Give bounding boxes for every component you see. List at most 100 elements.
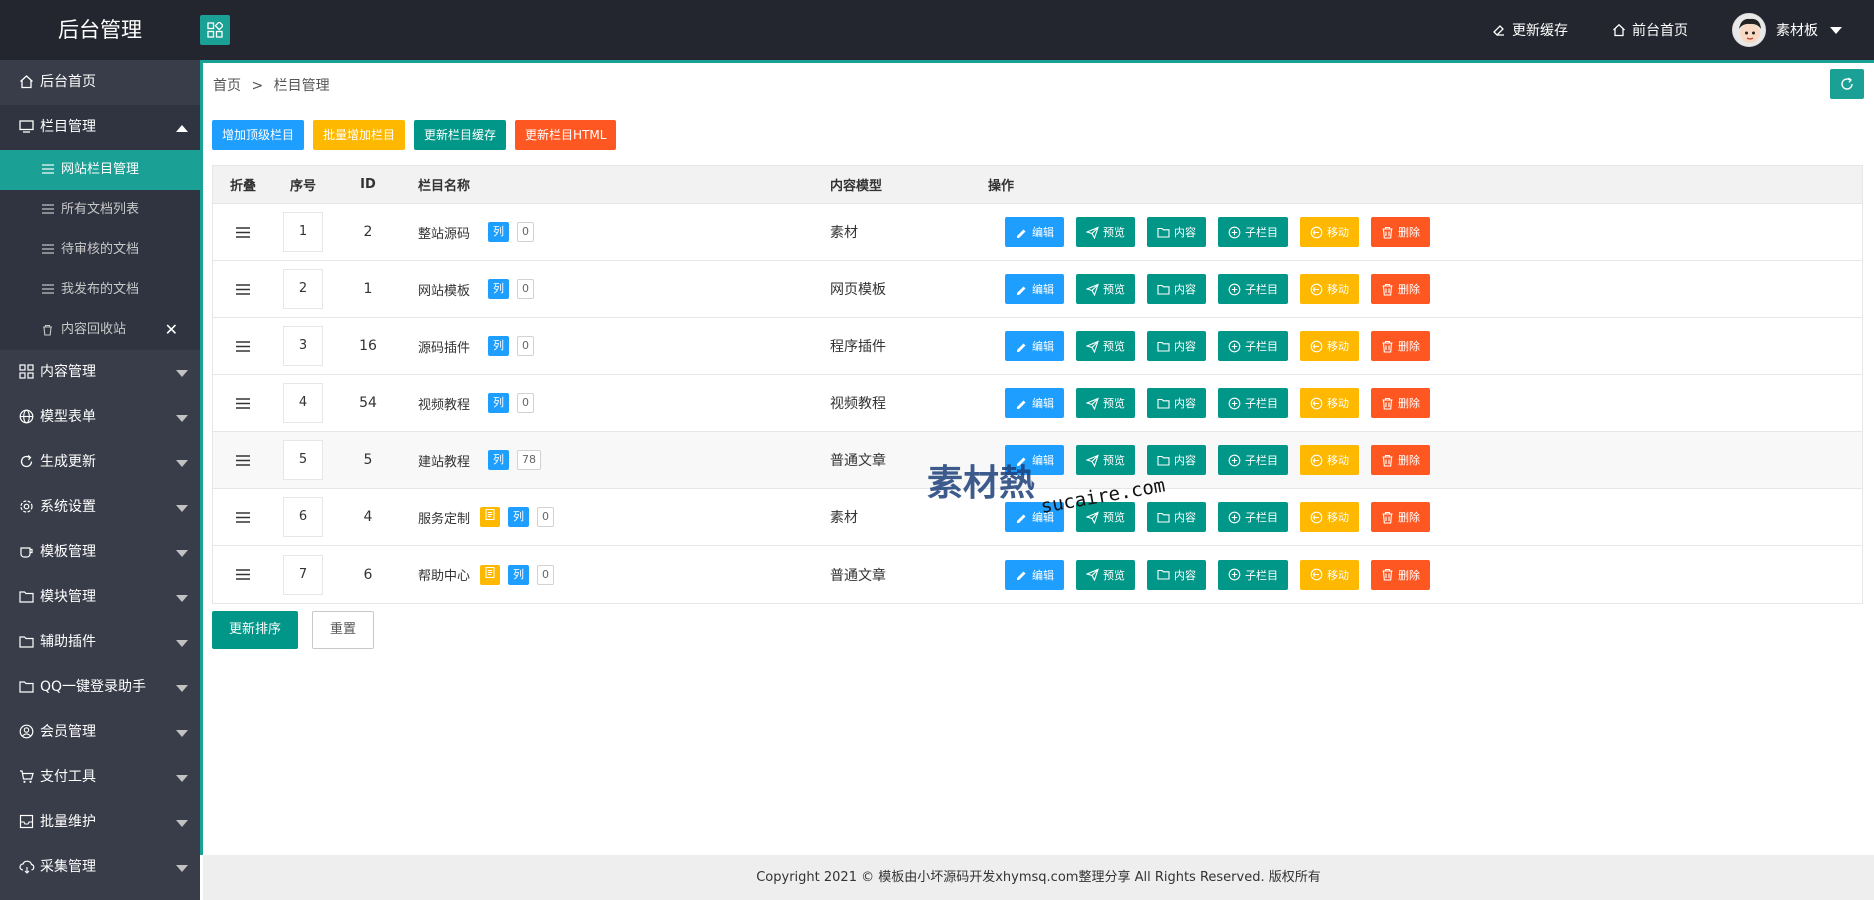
edit-button[interactable]: 编辑 xyxy=(1005,445,1064,475)
order-input[interactable]: 5 xyxy=(283,440,323,480)
sidebar-item-payment[interactable]: 支付工具 xyxy=(0,755,200,800)
edit-button[interactable]: 编辑 xyxy=(1005,217,1064,247)
sidebar-item-system-settings[interactable]: 系统设置 xyxy=(0,485,200,530)
content-button[interactable]: 内容 xyxy=(1147,559,1206,590)
sub-button[interactable]: 子栏目 xyxy=(1218,331,1288,361)
sidebar-subitem-all-docs[interactable]: 所有文档列表 xyxy=(0,190,200,230)
content-button[interactable]: 内容 xyxy=(1147,445,1206,475)
close-icon[interactable]: ✕ xyxy=(165,310,178,350)
refresh-button[interactable] xyxy=(1830,69,1864,99)
preview-button[interactable]: 预览 xyxy=(1076,559,1135,590)
list-badge[interactable]: 列 xyxy=(488,222,510,242)
fold-handle[interactable] xyxy=(213,261,273,317)
fold-handle[interactable] xyxy=(213,204,273,260)
preview-button[interactable]: 预览 xyxy=(1076,388,1135,418)
delete-button[interactable]: 删除 xyxy=(1371,502,1430,532)
column-name[interactable]: 服务定制 xyxy=(418,508,470,527)
list-badge[interactable]: 列 xyxy=(488,336,510,356)
content-button[interactable]: 内容 xyxy=(1147,331,1206,361)
content-button[interactable]: 内容 xyxy=(1147,217,1206,247)
fold-handle[interactable] xyxy=(213,546,273,603)
sidebar-item-qq-login[interactable]: QQ一键登录助手 xyxy=(0,665,200,710)
move-button[interactable]: 移动 xyxy=(1300,388,1359,418)
list-badge[interactable]: 列 xyxy=(488,393,510,413)
doc-icon[interactable] xyxy=(480,507,501,527)
menu-toggle-button[interactable] xyxy=(200,15,230,45)
order-input[interactable]: 7 xyxy=(283,554,323,595)
update-column-cache-button[interactable]: 更新栏目缓存 xyxy=(414,120,507,150)
column-name[interactable]: 建站教程 xyxy=(418,451,470,470)
column-name[interactable]: 源码插件 xyxy=(418,337,470,356)
delete-button[interactable]: 删除 xyxy=(1371,388,1430,418)
sidebar-subitem-my-docs[interactable]: 我发布的文档 xyxy=(0,270,200,310)
user-menu[interactable]: 素材板 xyxy=(1710,0,1874,60)
preview-button[interactable]: 预览 xyxy=(1076,502,1135,532)
sub-button[interactable]: 子栏目 xyxy=(1218,217,1288,247)
sidebar-item-dashboard[interactable]: 后台首页 xyxy=(0,60,200,105)
content-button[interactable]: 内容 xyxy=(1147,274,1206,304)
move-button[interactable]: 移动 xyxy=(1300,331,1359,361)
doc-icon[interactable] xyxy=(480,564,501,585)
reset-button[interactable]: 重置 xyxy=(312,611,375,649)
preview-button[interactable]: 预览 xyxy=(1076,331,1135,361)
breadcrumb-home[interactable]: 首页 xyxy=(213,78,241,94)
column-name[interactable]: 视频教程 xyxy=(418,394,470,413)
column-name[interactable]: 网站模板 xyxy=(418,280,470,299)
order-input[interactable]: 2 xyxy=(283,269,323,309)
sidebar-item-module-manage[interactable]: 模块管理 xyxy=(0,575,200,620)
list-badge[interactable]: 列 xyxy=(508,507,530,527)
edit-button[interactable]: 编辑 xyxy=(1005,502,1064,532)
fold-handle[interactable] xyxy=(213,489,273,545)
fold-handle[interactable] xyxy=(213,432,273,488)
order-input[interactable]: 1 xyxy=(283,212,323,252)
sidebar-subitem-pending-docs[interactable]: 待审核的文档 xyxy=(0,230,200,270)
delete-button[interactable]: 删除 xyxy=(1371,559,1430,590)
order-input[interactable]: 4 xyxy=(283,383,323,423)
sidebar-item-column-manage[interactable]: 栏目管理 xyxy=(0,105,200,150)
list-badge[interactable]: 列 xyxy=(488,450,510,470)
sidebar-item-collect-manage[interactable]: 采集管理 xyxy=(0,845,200,890)
move-button[interactable]: 移动 xyxy=(1300,217,1359,247)
move-button[interactable]: 移动 xyxy=(1300,502,1359,532)
update-order-button[interactable]: 更新排序 xyxy=(212,611,299,649)
sub-button[interactable]: 子栏目 xyxy=(1218,559,1288,590)
batch-add-column-button[interactable]: 批量增加栏目 xyxy=(313,120,406,150)
frontend-home-link[interactable]: 前台首页 xyxy=(1590,0,1710,60)
edit-button[interactable]: 编辑 xyxy=(1005,388,1064,418)
sidebar-item-generate-update[interactable]: 生成更新 xyxy=(0,440,200,485)
move-button[interactable]: 移动 xyxy=(1300,274,1359,304)
sidebar-item-model-forms[interactable]: 模型表单 xyxy=(0,395,200,440)
sub-button[interactable]: 子栏目 xyxy=(1218,445,1288,475)
delete-button[interactable]: 删除 xyxy=(1371,274,1430,304)
column-name[interactable]: 整站源码 xyxy=(418,223,470,242)
edit-button[interactable]: 编辑 xyxy=(1005,559,1064,590)
sidebar-item-plugins[interactable]: 辅助插件 xyxy=(0,620,200,665)
column-name[interactable]: 帮助中心 xyxy=(418,565,470,584)
content-button[interactable]: 内容 xyxy=(1147,502,1206,532)
move-button[interactable]: 移动 xyxy=(1300,445,1359,475)
delete-button[interactable]: 删除 xyxy=(1371,217,1430,247)
sidebar-item-template-manage[interactable]: 模板管理 xyxy=(0,530,200,575)
sidebar-item-batch-maintain[interactable]: 批量维护 xyxy=(0,800,200,845)
edit-button[interactable]: 编辑 xyxy=(1005,274,1064,304)
edit-button[interactable]: 编辑 xyxy=(1005,331,1064,361)
sub-button[interactable]: 子栏目 xyxy=(1218,388,1288,418)
delete-button[interactable]: 删除 xyxy=(1371,445,1430,475)
move-button[interactable]: 移动 xyxy=(1300,559,1359,590)
fold-handle[interactable] xyxy=(213,375,273,431)
order-input[interactable]: 6 xyxy=(283,497,323,537)
list-badge[interactable]: 列 xyxy=(488,279,510,299)
add-top-column-button[interactable]: 增加顶级栏目 xyxy=(212,120,305,150)
content-button[interactable]: 内容 xyxy=(1147,388,1206,418)
delete-button[interactable]: 删除 xyxy=(1371,331,1430,361)
sub-button[interactable]: 子栏目 xyxy=(1218,274,1288,304)
sidebar-item-content-manage[interactable]: 内容管理 xyxy=(0,350,200,395)
sidebar-item-members[interactable]: 会员管理 xyxy=(0,710,200,755)
order-input[interactable]: 3 xyxy=(283,326,323,366)
clear-cache-link[interactable]: 更新缓存 xyxy=(1470,0,1590,60)
fold-handle[interactable] xyxy=(213,318,273,374)
sidebar-subitem-recycle-bin[interactable]: 内容回收站 ✕ xyxy=(0,310,200,350)
preview-button[interactable]: 预览 xyxy=(1076,217,1135,247)
update-column-html-button[interactable]: 更新栏目HTML xyxy=(515,120,617,150)
preview-button[interactable]: 预览 xyxy=(1076,445,1135,475)
